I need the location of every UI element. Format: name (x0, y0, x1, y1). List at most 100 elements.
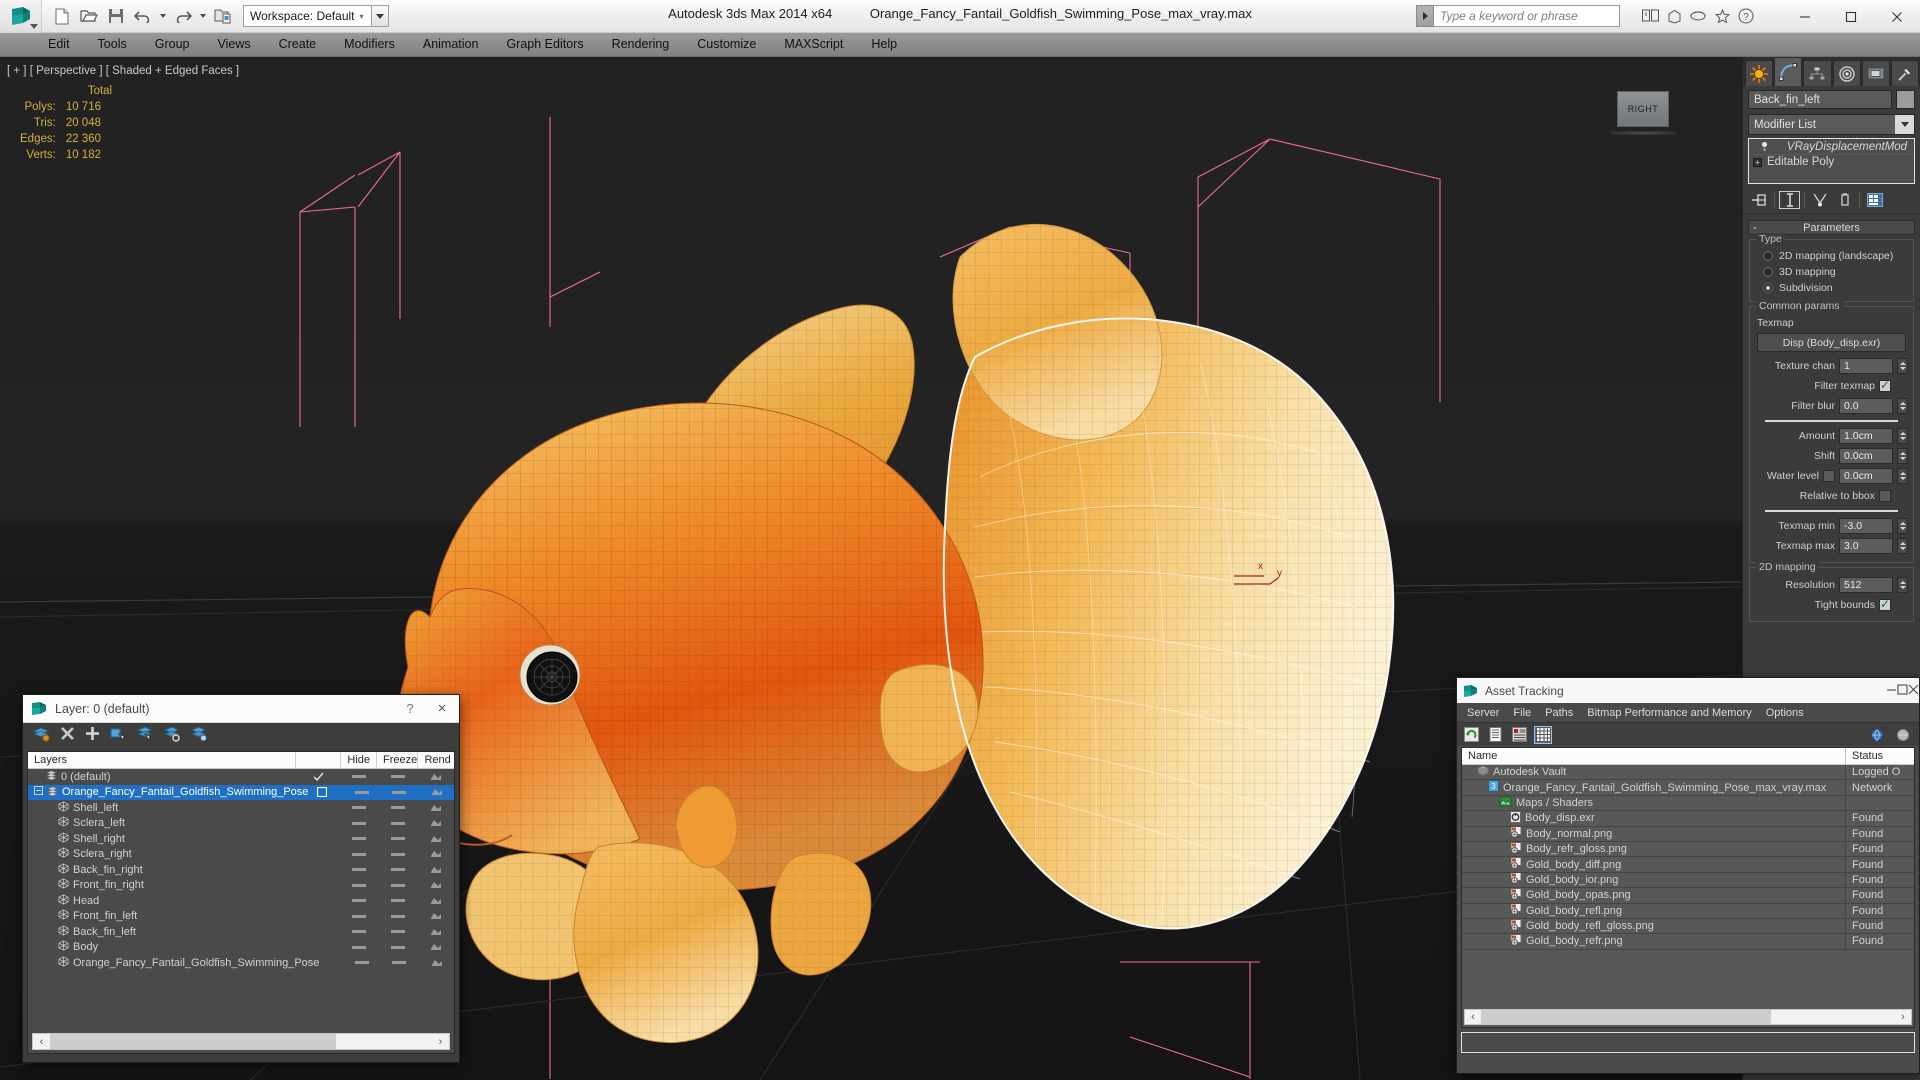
layer-row[interactable]: Front_fin_right (28, 878, 454, 894)
asset-col-name[interactable]: Name (1462, 748, 1846, 764)
layer-scroll-thumb[interactable] (50, 1034, 336, 1049)
help-icon[interactable]: ? (1736, 6, 1756, 26)
trash-icon[interactable] (1834, 191, 1855, 209)
menu-item-help[interactable]: Help (857, 33, 911, 56)
layer-row-render-toggle[interactable] (419, 803, 454, 813)
relative-to-bbox-checkbox[interactable] (1879, 490, 1891, 502)
layer-col-hide[interactable]: Hide (341, 752, 377, 768)
search-dropdown-icon[interactable] (1416, 5, 1434, 27)
asset-menu-options[interactable]: Options (1759, 707, 1811, 719)
asset-row[interactable]: Gold_body_refr.png Found (1462, 934, 1914, 950)
save-file-icon[interactable] (104, 4, 128, 28)
modifier-list-caret-icon[interactable] (1895, 115, 1914, 134)
layer-row-freeze-toggle[interactable] (377, 899, 418, 903)
modifier-stack-item-vraydisplacement[interactable]: VRayDisplacementMod (1749, 139, 1914, 154)
layer-row-freeze-toggle[interactable] (377, 930, 418, 934)
layer-list-grid[interactable]: Layers Hide Freeze Rend 0 (default) Orang… (27, 751, 455, 1054)
asset-row[interactable]: Gold_body_diff.png Found (1462, 857, 1914, 873)
viewport-label[interactable]: [ + ] [ Perspective ] [ Shaded + Edged F… (7, 65, 239, 77)
search-input[interactable]: Type a keyword or phrase (1434, 5, 1620, 27)
water-level-input[interactable]: 0.0cm (1839, 468, 1893, 484)
shift-spinner[interactable] (1897, 448, 1908, 464)
texmap-max-input[interactable]: 3.0 (1839, 538, 1893, 554)
config-sets-icon[interactable] (1864, 191, 1885, 209)
layer-row-freeze-toggle[interactable] (377, 914, 418, 918)
layer-row-render-toggle[interactable] (419, 942, 454, 952)
redo-icon[interactable] (171, 4, 195, 28)
asset-row[interactable]: Gold_body_ior.png Found (1462, 872, 1914, 889)
menu-item-customize[interactable]: Customize (683, 33, 770, 56)
tight-bounds-checkbox[interactable] (1879, 597, 1891, 611)
radio-2d-mapping-landscape-indicator[interactable] (1763, 251, 1773, 261)
create-tab[interactable] (1745, 60, 1774, 86)
object-name-field[interactable]: Back_fin_left (1748, 90, 1892, 109)
pin-icon[interactable] (1749, 191, 1770, 209)
redo-dropdown-caret-icon[interactable] (198, 4, 208, 28)
resolution-input[interactable]: 512 (1839, 577, 1893, 593)
help-icon[interactable]: ? (1896, 726, 1914, 744)
layer-row[interactable]: Body (28, 940, 454, 956)
motion-tab[interactable] (1832, 60, 1861, 86)
modifier-stack[interactable]: VRayDisplacementMod + Editable Poly (1748, 138, 1915, 184)
layer-row-freeze-toggle[interactable] (377, 883, 418, 887)
3dsmax-app-logo-button[interactable] (0, 0, 42, 33)
layer-row-hide-toggle[interactable] (342, 930, 377, 934)
asset-row[interactable]: Body_refr_gloss.png Found (1462, 841, 1914, 858)
add-selection-to-layer-icon[interactable] (85, 726, 100, 746)
new-file-icon[interactable] (50, 4, 74, 28)
radio-subdivision[interactable]: Subdivision (1755, 280, 1908, 296)
asset-col-status[interactable]: Status (1846, 748, 1914, 764)
help-globe-icon[interactable]: ? (1870, 726, 1888, 744)
texmap-min-spinner[interactable] (1897, 518, 1908, 534)
asset-menu-server[interactable]: Server (1460, 707, 1506, 719)
modify-tab[interactable] (1774, 57, 1803, 86)
layer-row-hide-toggle[interactable] (342, 945, 377, 949)
layer-row-hide-toggle[interactable] (342, 775, 377, 779)
layer-dialog[interactable]: Layer: 0 (default) ? × Layers Hide Freez… (22, 694, 460, 1063)
select-objects-in-layer-icon[interactable] (110, 726, 128, 747)
layer-row-render-toggle[interactable] (419, 772, 454, 782)
asset-horizontal-scrollbar[interactable]: ‹ › (1464, 1009, 1912, 1025)
layer-row[interactable]: Sclera_right (28, 847, 454, 863)
layer-row-freeze-toggle[interactable] (377, 868, 418, 872)
show-end-result-icon[interactable] (1779, 191, 1800, 209)
asset-row[interactable]: Body_disp.exr Found (1462, 811, 1914, 827)
favorites-star-icon[interactable] (1712, 6, 1732, 26)
layer-row-freeze-toggle[interactable] (379, 961, 419, 965)
exchange-app-store-icon[interactable] (1664, 6, 1684, 26)
menu-item-group[interactable]: Group (141, 33, 204, 56)
delete-layer-icon[interactable] (60, 726, 75, 746)
layer-row-freeze-toggle[interactable] (379, 790, 419, 794)
grid-view-icon[interactable] (1534, 725, 1552, 744)
layer-row[interactable]: 0 (default) (28, 769, 454, 785)
highlight-selected-objects-icon[interactable] (136, 725, 154, 747)
asset-row[interactable]: 3 Orange_Fancy_Fantail_Goldfish_Swimming_… (1462, 780, 1914, 796)
logo-dropdown-caret-icon[interactable] (30, 23, 38, 29)
layer-row-hide-toggle[interactable] (344, 961, 379, 965)
resolution-spinner[interactable] (1897, 577, 1908, 593)
filter-blur-spinner[interactable] (1897, 398, 1908, 414)
undo-icon[interactable] (131, 4, 155, 28)
open-file-icon[interactable] (77, 4, 101, 28)
asset-list-grid[interactable]: Name Status Autodesk Vault Logged O 3 Orang… (1461, 747, 1915, 1028)
filter-blur-input[interactable]: 0.0 (1839, 398, 1893, 414)
layer-row-hide-toggle[interactable] (342, 806, 377, 810)
asset-menu-bitmap-performance[interactable]: Bitmap Performance and Memory (1580, 707, 1758, 719)
layer-row-render-toggle[interactable] (419, 818, 454, 828)
layer-row-active-toggle[interactable] (296, 772, 341, 782)
layer-row-hide-toggle[interactable] (342, 899, 377, 903)
layer-row-render-toggle[interactable] (419, 834, 454, 844)
modifier-stack-item-editable-poly[interactable]: + Editable Poly (1749, 154, 1914, 169)
layer-row-render-toggle[interactable] (419, 911, 454, 921)
layer-row-render-toggle[interactable] (419, 958, 454, 968)
menu-item-maxscript[interactable]: MAXScript (770, 33, 857, 56)
layer-dialog-help-button[interactable]: ? (395, 701, 425, 716)
menu-item-create[interactable]: Create (265, 33, 331, 56)
asset-row[interactable]: Maps / Shaders (1462, 795, 1914, 812)
layer-horizontal-scrollbar[interactable]: ‹ › (32, 1033, 450, 1050)
texture-chan-spinner[interactable] (1897, 358, 1908, 374)
layer-row-hide-toggle[interactable] (342, 883, 377, 887)
hide-unhide-layer-icon[interactable] (163, 725, 181, 747)
asset-row[interactable]: Gold_body_refl_gloss.png Found (1462, 918, 1914, 935)
asset-row[interactable]: Gold_body_opas.png Found (1462, 888, 1914, 904)
